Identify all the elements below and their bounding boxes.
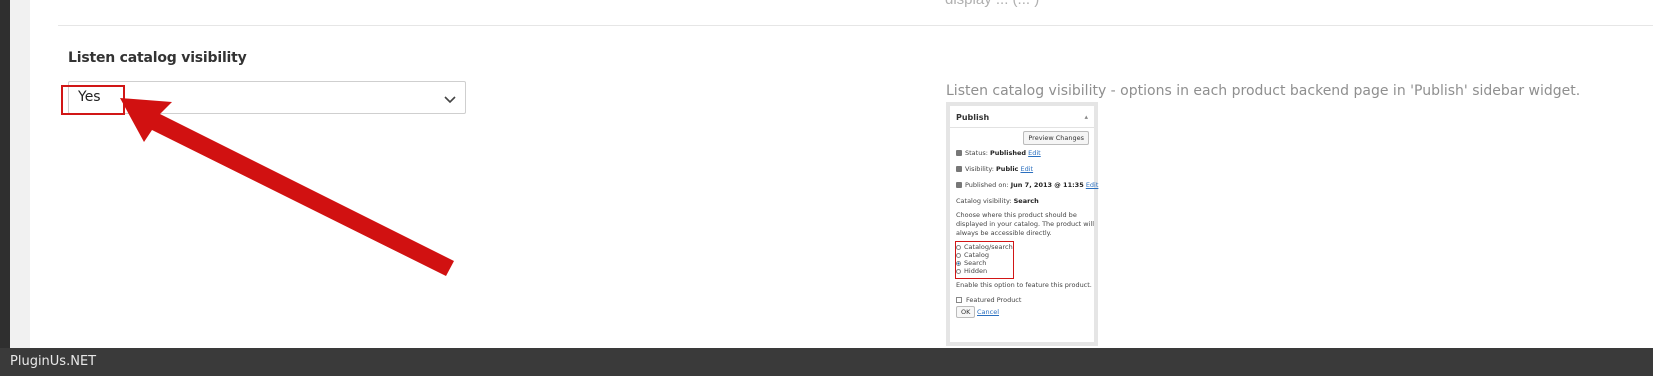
visibility-edit-link: Edit bbox=[1020, 165, 1034, 173]
featured-row: Featured Product bbox=[956, 296, 1021, 304]
option-catalog-search: Catalog/search bbox=[956, 243, 1013, 251]
section-divider bbox=[58, 25, 1653, 26]
status-row: Status: Published Edit bbox=[956, 149, 1041, 157]
footer-bar: PluginUs.NET bbox=[0, 348, 1653, 376]
feature-help: Enable this option to feature this produ… bbox=[956, 281, 1092, 289]
select-value: Yes bbox=[78, 89, 101, 105]
calendar-icon bbox=[956, 182, 962, 188]
help-line-3: always be accessible directly. bbox=[956, 229, 1052, 237]
footer-brand: PluginUs.NET bbox=[10, 354, 97, 369]
left-admin-strip bbox=[0, 0, 30, 376]
status-edit-link: Edit bbox=[1028, 149, 1041, 157]
published-row: Published on: Jun 7, 2013 @ 11:35 Edit bbox=[956, 181, 1098, 189]
cancel-link: Cancel bbox=[977, 308, 1000, 316]
ok-button: OK bbox=[956, 306, 976, 318]
publish-widget-screenshot: Publish ▴ Preview Changes Status: Publis… bbox=[946, 102, 1098, 346]
setting-label: Listen catalog visibility bbox=[68, 50, 247, 66]
radio-selected-icon bbox=[956, 260, 961, 266]
help-line-1: Choose where this product should be bbox=[956, 211, 1077, 219]
radio-icon bbox=[956, 268, 961, 274]
option-search: Search bbox=[956, 259, 986, 267]
catalog-visibility-row: Catalog visibility: Search bbox=[956, 197, 1039, 205]
radio-icon bbox=[956, 244, 961, 250]
eye-icon bbox=[956, 166, 962, 172]
radio-icon bbox=[956, 252, 961, 258]
previous-description-partial: display ... (... ) bbox=[945, 0, 1039, 8]
help-line-2: displayed in your catalog. The product w… bbox=[956, 220, 1095, 228]
published-edit-link: Edit bbox=[1085, 181, 1099, 189]
pin-icon bbox=[956, 150, 962, 156]
publish-title: Publish bbox=[956, 113, 990, 122]
option-catalog: Catalog bbox=[956, 251, 989, 259]
preview-changes-button: Preview Changes bbox=[1023, 131, 1089, 145]
red-arrow-annotation bbox=[120, 98, 454, 276]
option-hidden: Hidden bbox=[956, 267, 987, 275]
checkbox-icon bbox=[956, 297, 962, 303]
visibility-row: Visibility: Public Edit bbox=[956, 165, 1033, 173]
setting-description: Listen catalog visibility - options in e… bbox=[946, 83, 1581, 99]
collapse-icon: ▴ bbox=[1084, 113, 1088, 121]
